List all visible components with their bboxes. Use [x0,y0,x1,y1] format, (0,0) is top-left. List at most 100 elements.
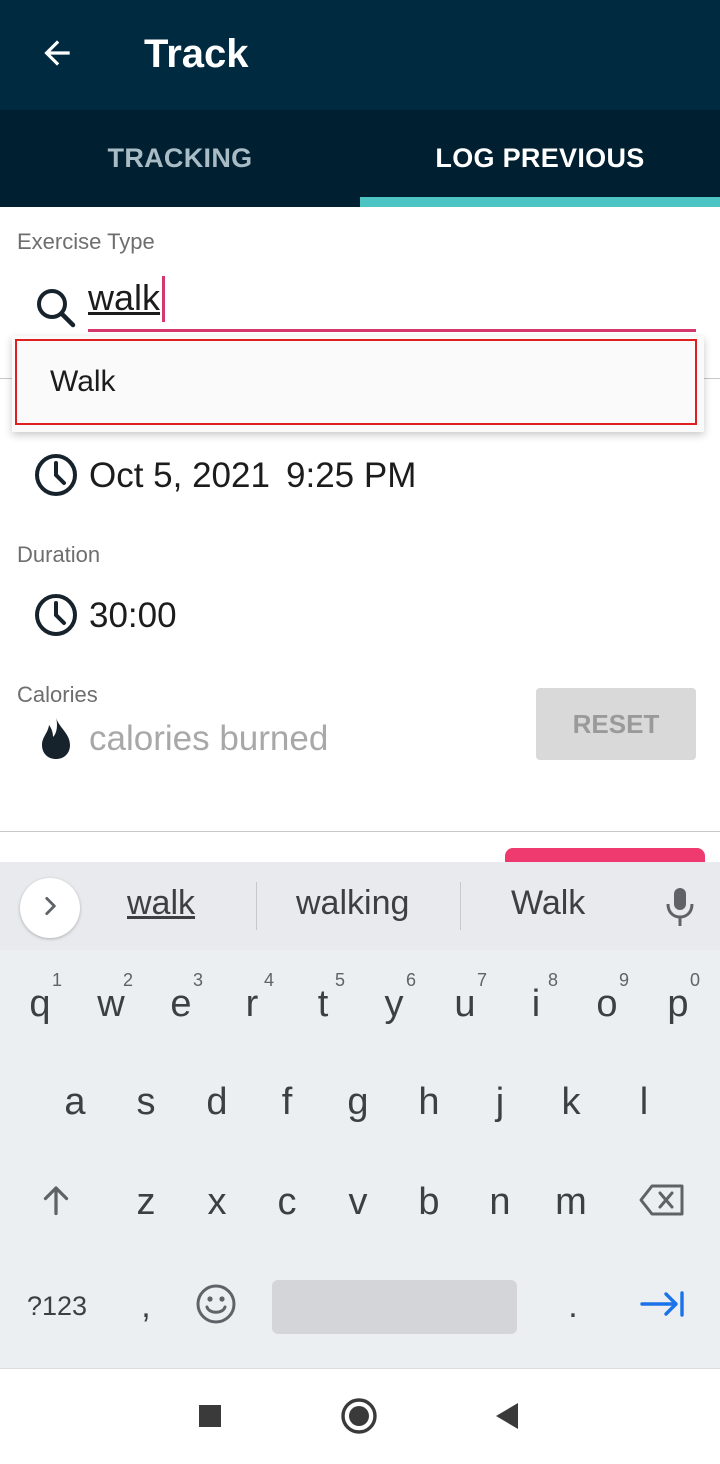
key-label: q [29,982,51,1025]
key-t[interactable]: t5 [291,964,355,1044]
comma-key[interactable]: , [118,1266,174,1346]
key-d[interactable]: d [185,1062,249,1142]
key-hint: 1 [51,970,62,990]
symbols-key[interactable]: ?123 [16,1266,98,1346]
exercise-type-label: Exercise Type [17,229,155,254]
period-key[interactable]: . [545,1266,601,1346]
emoji-key[interactable] [188,1266,244,1346]
app-bar: Track [0,0,720,110]
key-n[interactable]: n [468,1162,532,1242]
reset-button[interactable]: RESET [536,688,696,760]
smiley-icon [195,1283,237,1330]
duration-label: Duration [17,542,101,567]
key-hint: 5 [334,970,345,990]
key-k[interactable]: k [539,1062,603,1142]
exercise-search-field[interactable] [88,270,696,332]
back-nav-button[interactable] [484,1395,530,1441]
key-hint: 0 [689,970,700,990]
tab-tracking[interactable]: TRACKING [0,110,360,207]
key-label: w [97,982,125,1025]
key-a[interactable]: a [43,1062,107,1142]
key-b[interactable]: b [397,1162,461,1242]
suggestion-walk-capitalized[interactable]: Walk [511,884,585,923]
suggestion-separator [256,882,257,930]
calories-label: Calories [17,682,98,707]
start-time[interactable]: 9:25 PM [286,456,416,496]
key-u[interactable]: u7 [433,964,497,1044]
duration-value[interactable]: 30:00 [89,596,177,636]
square-icon [197,1403,223,1434]
arrow-left-icon [38,34,76,77]
page-title: Track [144,32,249,76]
key-h[interactable]: h [397,1062,461,1142]
tab-bar: TRACKING LOG PREVIOUS [0,110,720,207]
clock-icon [32,451,80,499]
divider [0,831,720,832]
key-g[interactable]: g [326,1062,390,1142]
home-button[interactable] [336,1395,382,1441]
key-e[interactable]: e3 [149,964,213,1044]
autocomplete-option-walk[interactable]: Walk [15,339,697,425]
shift-arrow-icon [38,1182,74,1223]
key-hint: 2 [122,970,133,990]
key-v[interactable]: v [326,1162,390,1242]
microphone-icon[interactable] [660,882,700,932]
key-label: u [454,982,476,1025]
tab-log-previous[interactable]: LOG PREVIOUS [360,110,720,207]
suggestion-walk[interactable]: walk [127,884,195,923]
triangle-back-icon [492,1400,522,1437]
system-nav-bar [0,1368,720,1464]
tab-arrow-icon [638,1289,686,1324]
backspace-icon [638,1183,686,1222]
key-hint: 9 [618,970,629,990]
suggestion-bar: walk walking Walk [0,862,720,950]
key-hint: 7 [476,970,487,990]
search-icon [32,284,80,332]
expand-toolbar-button[interactable] [20,878,80,938]
exercise-search-input[interactable] [88,270,168,326]
key-label: p [667,982,689,1025]
key-l[interactable]: l [612,1062,676,1142]
calories-input[interactable]: calories burned [89,719,328,759]
key-y[interactable]: y6 [362,964,426,1044]
key-label: o [596,982,618,1025]
enter-key[interactable] [630,1266,694,1346]
key-m[interactable]: m [539,1162,603,1242]
key-label: r [245,982,259,1025]
key-hint: 6 [405,970,416,990]
key-j[interactable]: j [468,1062,532,1142]
key-label: y [384,982,404,1025]
key-r[interactable]: r4 [220,964,284,1044]
text-caret [162,276,165,322]
suggestion-separator [460,882,461,930]
clock-icon [32,591,80,639]
on-screen-keyboard: walk walking Walk q1 w2 e3 r4 t5 y6 u7 i… [0,862,720,1368]
key-s[interactable]: s [114,1062,178,1142]
home-circle-icon [339,1396,379,1441]
suggestion-walking[interactable]: walking [296,884,409,923]
key-o[interactable]: o9 [575,964,639,1044]
backspace-key[interactable] [628,1162,696,1242]
key-hint: 4 [263,970,274,990]
recents-button[interactable] [187,1395,233,1441]
flame-icon [32,714,80,762]
key-w[interactable]: w2 [79,964,143,1044]
key-label: i [531,982,541,1025]
start-date[interactable]: Oct 5, 2021 [89,456,270,496]
key-i[interactable]: i8 [504,964,568,1044]
key-x[interactable]: x [185,1162,249,1242]
chevron-right-icon [37,893,63,924]
autocomplete-dropdown: Walk [12,336,704,432]
key-hint: 8 [547,970,558,990]
back-button[interactable] [30,28,84,82]
key-c[interactable]: c [255,1162,319,1242]
key-label: e [170,982,192,1025]
key-f[interactable]: f [255,1062,319,1142]
shift-key[interactable] [24,1162,88,1242]
key-hint: 3 [192,970,203,990]
space-key[interactable] [272,1280,517,1334]
key-z[interactable]: z [114,1162,178,1242]
key-label: t [317,982,329,1025]
key-q[interactable]: q1 [8,964,72,1044]
key-p[interactable]: p0 [646,964,710,1044]
